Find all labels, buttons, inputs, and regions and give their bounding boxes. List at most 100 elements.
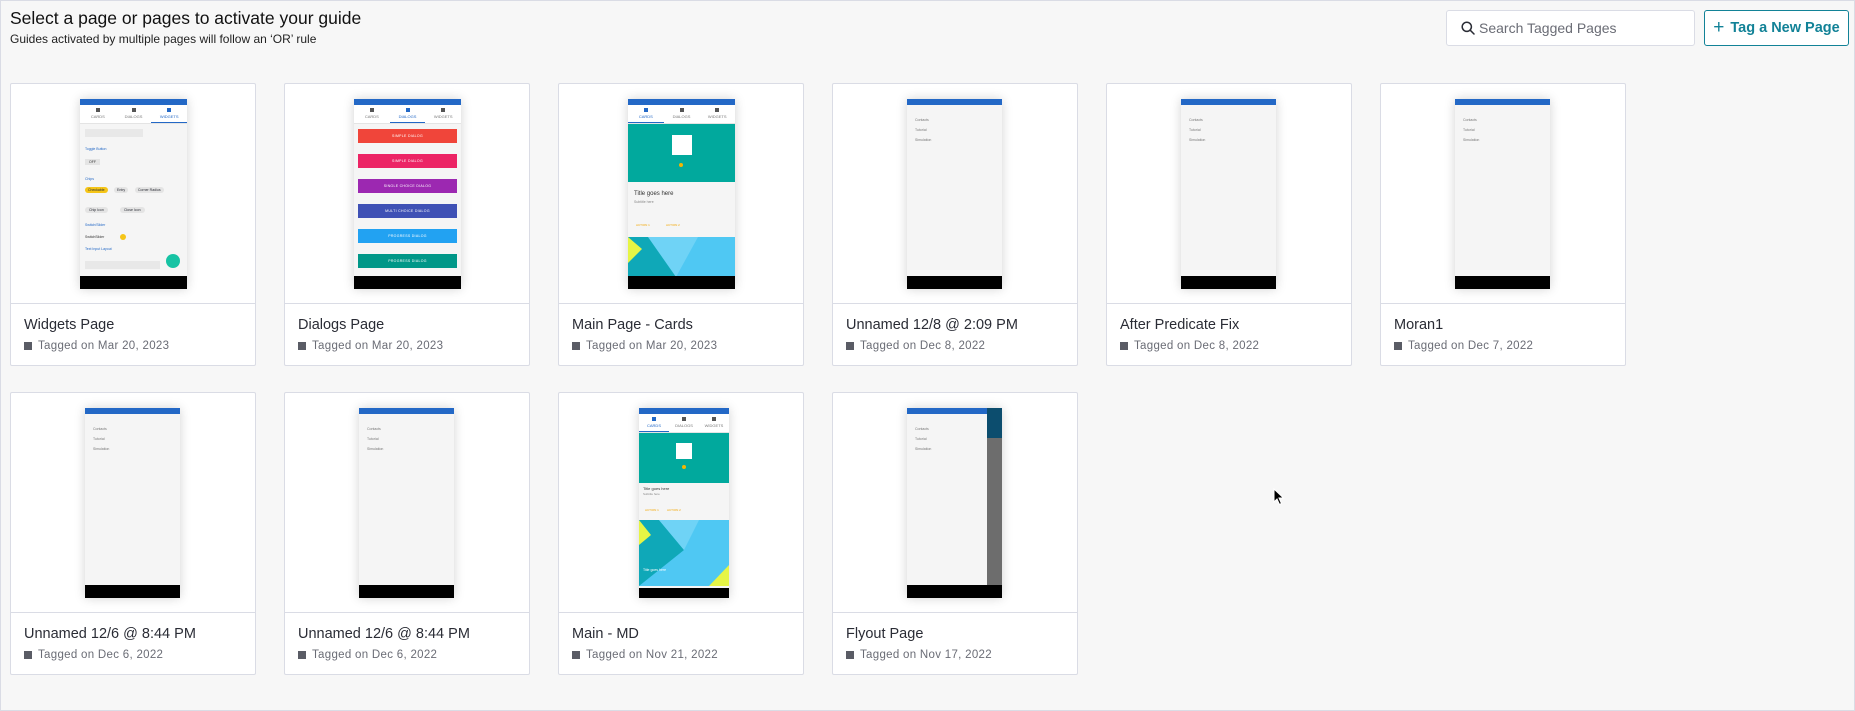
page-card[interactable]: Contacts Tutorial Simulation After Predicat… [1106, 83, 1352, 366]
page-name: After Predicate Fix [1120, 317, 1240, 333]
page-tagged-text: Tagged on Nov 21, 2022 [586, 649, 718, 661]
preview-label: Text Input Layout [85, 247, 112, 251]
tag-status-icon [298, 651, 306, 659]
preview-dialog-button: SIMPLE DIALOG [358, 129, 457, 143]
preview-menu-item: Simulation [915, 447, 932, 451]
preview-card-image [672, 135, 692, 155]
preview-tab-icon [712, 417, 716, 421]
preview-dialog-button: PROGRESS DIALOG [358, 254, 457, 268]
preview-menu-item: Tutorial [367, 437, 379, 441]
tag-new-page-label: Tag a New Page [1730, 20, 1840, 36]
tag-status-icon [572, 651, 580, 659]
preview-tab: CARDS [354, 105, 390, 123]
preview-tab-icon [95, 108, 100, 112]
preview-menu-item: Contacts [915, 427, 929, 431]
page-tagged-date: Tagged on Dec 8, 2022 [1120, 340, 1259, 352]
page-thumbnail: CARDS DIALOGS WIDGETS SIMPLE DIALOG SIMPLE D… [285, 84, 529, 304]
page-preview: Contacts Tutorial Simulation [85, 408, 180, 598]
preview-label: SwitchSlider [85, 235, 105, 239]
preview-app-bar [359, 408, 454, 414]
page-name: Moran1 [1394, 317, 1444, 333]
page-preview: Contacts Tutorial Simulation [1181, 99, 1276, 289]
page-name: Unnamed 12/6 @ 8:44 PM [24, 626, 196, 642]
page-card[interactable]: CARDS DIALOGS WIDGETS Title goes here Subtit… [558, 83, 804, 366]
search-input[interactable] [1479, 17, 1689, 39]
preview-menu: Contacts Tutorial Simulation [915, 115, 931, 145]
page-card[interactable]: Contacts Tutorial Simulation Flyout Page Tag… [832, 392, 1078, 675]
preview-tab-label: CARDS [646, 423, 661, 428]
page-card[interactable]: Contacts Tutorial Simulation Unnamed 12/6 @… [10, 392, 256, 675]
preview-nav-bar [354, 276, 461, 289]
preview-menu-item: Tutorial [915, 437, 927, 441]
preview-menu-item: Contacts [915, 118, 929, 122]
preview-app-bar [907, 99, 1002, 105]
page-thumbnail: Contacts Tutorial Simulation [1381, 84, 1625, 304]
preview-card-media [628, 124, 735, 182]
preview-input-field [85, 129, 143, 137]
preview-menu-item: Simulation [1463, 138, 1480, 142]
preview-tab-label: DIALOGS [675, 423, 693, 428]
tag-status-icon [572, 342, 580, 350]
preview-chip: Entry [114, 187, 129, 193]
page-thumbnail: Contacts Tutorial Simulation [285, 393, 529, 613]
page-preview: CARDS DIALOGS WIDGETS Title goes here Subtit… [628, 99, 735, 289]
preview-dialog-button: SIMPLE DIALOG [358, 154, 457, 168]
page-tagged-date: Tagged on Mar 20, 2023 [572, 340, 717, 352]
page-tagged-text: Tagged on Dec 8, 2022 [860, 340, 986, 352]
page-card[interactable]: Contacts Tutorial Simulation Moran1 Tagged o… [1380, 83, 1626, 366]
preview-app-bar [1455, 99, 1550, 105]
preview-tab-bar: CARDS DIALOGS WIDGETS [639, 414, 729, 433]
page-card[interactable]: CARDS DIALOGS WIDGETS Title goes here Subtit… [558, 392, 804, 675]
preview-menu: Contacts Tutorial Simulation [1189, 115, 1205, 145]
page-thumbnail: CARDS DIALOGS WIDGETS Title goes here Subtit… [559, 84, 803, 304]
page-name: Dialogs Page [298, 317, 385, 333]
page-tagged-text: Tagged on Mar 20, 2023 [38, 340, 170, 352]
preview-label: Chips [85, 177, 94, 181]
page-tagged-date: Tagged on Dec 6, 2022 [298, 649, 437, 661]
search-box[interactable] [1446, 10, 1695, 46]
preview-card-dot [682, 465, 686, 469]
preview-fab [166, 254, 180, 268]
page-title: Select a page or pages to activate your … [10, 8, 362, 28]
tag-status-icon [24, 342, 32, 350]
preview-menu-item: Tutorial [1463, 128, 1475, 132]
preview-nav-bar [1181, 276, 1276, 289]
tag-new-page-button[interactable]: + Tag a New Page [1704, 10, 1849, 46]
preview-geometric-image [628, 237, 735, 277]
page-tagged-text: Tagged on Dec 8, 2022 [1134, 340, 1260, 352]
page-card[interactable]: Contacts Tutorial Simulation Unnamed 12/6 @… [284, 392, 530, 675]
page-card[interactable]: CARDS DIALOGS WIDGETS SIMPLE DIALOG SIMPLE D… [284, 83, 530, 366]
preview-menu-item: Tutorial [915, 128, 927, 132]
preview-chip: Corner Radius [135, 187, 164, 193]
preview-slider-thumb [120, 234, 126, 240]
preview-tab-icon [167, 108, 172, 112]
preview-tab: DIALOGS [389, 105, 426, 123]
page-thumbnail: Contacts Tutorial Simulation [1107, 84, 1351, 304]
page-tagged-text: Tagged on Mar 20, 2023 [586, 340, 718, 352]
tag-status-icon [846, 651, 854, 659]
preview-menu-item: Contacts [367, 427, 381, 431]
preview-nav-bar [907, 585, 1002, 598]
page-name: Main Page - Cards [572, 317, 693, 333]
page-preview: CARDS DIALOGS WIDGETS Title goes here Subtit… [639, 408, 729, 598]
page-preview: Contacts Tutorial Simulation [359, 408, 454, 598]
preview-chip: Chip Icon [85, 207, 108, 213]
preview-tab: DIALOGS [669, 414, 699, 432]
page-preview: Contacts Tutorial Simulation [907, 99, 1002, 289]
preview-menu-item: Simulation [367, 447, 384, 451]
preview-tab: WIDGETS [699, 105, 735, 123]
page-thumbnail: Contacts Tutorial Simulation [833, 84, 1077, 304]
preview-card-action: ACTION 1 [645, 508, 659, 512]
page-card[interactable]: Contacts Tutorial Simulation Unnamed 12/8 @… [832, 83, 1078, 366]
page-name: Main - MD [572, 626, 639, 642]
preview-nav-bar [80, 276, 187, 289]
preview-tab: CARDS [639, 414, 669, 432]
page-tagged-date: Tagged on Dec 8, 2022 [846, 340, 985, 352]
page-name: Widgets Page [24, 317, 115, 333]
preview-tab-bar: CARDS DIALOGS WIDGETS [628, 105, 735, 124]
tag-status-icon [24, 651, 32, 659]
page-card[interactable]: CARDS DIALOGS WIDGETS Toggle Button OFF Chips… [10, 83, 256, 366]
preview-menu-item: Tutorial [93, 437, 105, 441]
preview-card-media [639, 433, 729, 483]
page-tagged-date: Tagged on Nov 21, 2022 [572, 649, 718, 661]
